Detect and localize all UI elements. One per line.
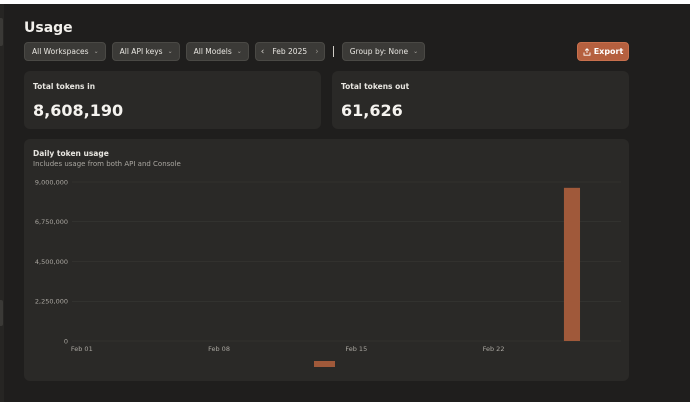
bar — [563, 187, 581, 341]
workspace-dropdown[interactable]: All Workspaces ⌄ — [24, 42, 106, 61]
x-tick-label: Feb 22 — [483, 345, 505, 353]
stat-label: Total tokens out — [341, 82, 410, 91]
export-button[interactable]: Export — [577, 42, 629, 61]
chevron-down-icon: ⌄ — [93, 48, 99, 55]
stat-label: Total tokens in — [33, 82, 96, 91]
y-tick-label: 6,750,000 — [35, 218, 68, 226]
sidebar-marker — [0, 300, 3, 326]
export-icon — [583, 47, 591, 56]
daily-token-usage-card: Daily token usage Includes usage from bo… — [24, 139, 629, 381]
export-label: Export — [593, 47, 624, 56]
models-dropdown-label: All Models — [193, 47, 232, 56]
stat-value: 61,626 — [341, 101, 403, 120]
left-sidebar-edge — [0, 4, 4, 402]
chevron-right-icon[interactable]: › — [315, 47, 319, 57]
chevron-down-icon: ⌄ — [236, 48, 242, 55]
month-selector: ‹ Feb 2025 › — [254, 42, 325, 61]
y-tick-label: 2,250,000 — [35, 298, 68, 306]
chevron-left-icon[interactable]: ‹ — [261, 47, 265, 57]
month-label: Feb 2025 — [272, 47, 308, 56]
page-title: Usage — [24, 20, 73, 36]
group-by-dropdown-label: Group by: None — [349, 47, 409, 56]
total-tokens-out-card: Total tokens out 61,626 — [332, 71, 629, 129]
y-tick-label: 4,500,000 — [35, 258, 68, 266]
api-keys-dropdown-label: All API keys — [119, 47, 163, 56]
filter-bar: All Workspaces ⌄ All API keys ⌄ All Mode… — [24, 42, 426, 61]
group-by-dropdown[interactable]: Group by: None ⌄ — [341, 42, 426, 61]
total-tokens-in-card: Total tokens in 8,608,190 — [24, 71, 321, 129]
bar-chart: 9,000,000 6,750,000 4,500,000 2,250,000 0 Fe… — [35, 178, 621, 367]
sidebar-marker — [0, 18, 3, 46]
chevron-down-icon: ⌄ — [413, 48, 419, 55]
x-tick-label: Feb 08 — [208, 345, 230, 353]
y-tick-label: 9,000,000 — [35, 178, 68, 186]
x-tick-label: Feb 15 — [345, 345, 367, 353]
top-strip — [0, 0, 690, 4]
api-keys-dropdown[interactable]: All API keys ⌄ — [111, 42, 180, 61]
x-tick-label: Feb 01 — [71, 345, 93, 353]
workspace-dropdown-label: All Workspaces — [32, 47, 89, 56]
divider — [332, 46, 334, 57]
models-dropdown[interactable]: All Models ⌄ — [185, 42, 249, 61]
chevron-down-icon: ⌄ — [167, 48, 173, 55]
y-tick-label: 0 — [64, 337, 68, 345]
legend-swatch — [314, 361, 335, 367]
stat-value: 8,608,190 — [33, 101, 124, 120]
